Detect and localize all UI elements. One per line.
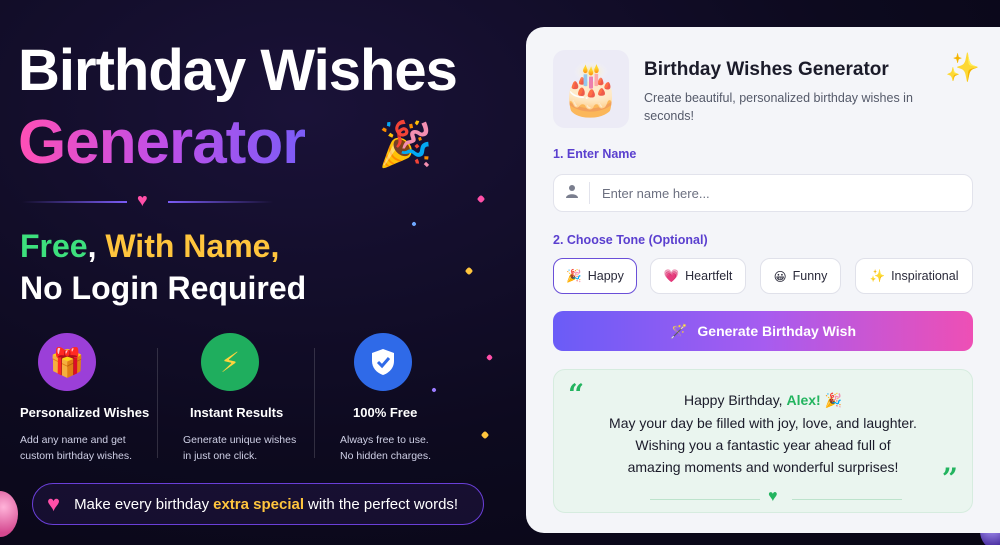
card-subtitle: Create beautiful, personalized birthday … — [644, 91, 913, 124]
feature-free: 100% Free Always free to use. No hidden … — [340, 333, 490, 465]
wish-name: Alex! — [786, 392, 821, 408]
tagline-line2: No Login Required — [20, 270, 307, 306]
divider-line — [792, 499, 902, 500]
name-input[interactable] — [590, 185, 950, 201]
feature-instant: ⚡ Instant Results Generate unique wishes… — [183, 333, 333, 465]
wish-line3: Wishing you a fantastic year ahead full … — [635, 437, 891, 453]
tone-label: Heartfelt — [685, 269, 733, 283]
divider-line — [650, 499, 760, 500]
heart-icon: ♥ — [47, 491, 61, 516]
feature-personalized: 🎁 Personalized Wishes Add any name and g… — [20, 333, 170, 465]
step2-label: 2. Choose Tone (Optional) — [553, 233, 708, 247]
smile-icon: 😀 — [773, 269, 787, 284]
hero-title-line1: Birthday Wishes — [18, 38, 458, 103]
tone-label: Inspirational — [891, 269, 959, 283]
hero-title-line2: Generator — [18, 108, 306, 177]
balloon-icon — [0, 491, 18, 537]
card-title: Birthday Wishes Generator — [644, 59, 889, 80]
feature-divider — [157, 348, 158, 458]
step1-label: 1. Enter Name — [553, 147, 637, 161]
wish-line1: Happy Birthday, Alex! 🎉 — [554, 392, 972, 409]
feature-title: Instant Results — [190, 405, 284, 420]
tagline-free: Free — [20, 228, 88, 264]
cake-icon: 🎂 — [553, 50, 629, 128]
banner-text-after: with the perfect words! — [308, 495, 459, 513]
sparkle-dot — [464, 266, 474, 276]
sparkle-dot — [411, 221, 417, 227]
wish-result: “ Happy Birthday, Alex! 🎉 May your day b… — [553, 369, 973, 513]
divider-line — [168, 201, 273, 203]
generate-button-label: Generate Birthday Wish — [697, 323, 857, 339]
tone-inspirational[interactable]: ✨ Inspirational — [855, 258, 973, 294]
divider-line — [22, 201, 127, 203]
feature-divider — [314, 348, 315, 458]
wish-line4: amazing moments and wonderful surprises! — [627, 459, 899, 475]
feature-desc-line2: No hidden charges. — [340, 450, 432, 463]
party-popper-icon: 🎉 — [566, 268, 582, 283]
heart-icon: 💗 — [663, 268, 680, 283]
magic-wand-icon: 🪄 — [669, 322, 688, 339]
feature-desc-line2: custom birthday wishes. — [20, 450, 133, 463]
tagline-with-name: With Name, — [105, 228, 280, 264]
tone-label: Funny — [792, 269, 828, 283]
tone-label: Happy — [587, 269, 624, 283]
feature-title: Personalized Wishes — [20, 405, 150, 420]
tone-funny[interactable]: 😀 Funny — [760, 258, 841, 294]
party-popper-icon: 🎉 — [824, 392, 843, 408]
banner-text-before: Make every birthday — [74, 495, 210, 513]
heart-icon: ♥ — [768, 488, 778, 505]
banner-highlight: extra special — [213, 495, 305, 513]
tagline-separator: , — [87, 228, 106, 264]
sparkle-dot — [476, 194, 486, 204]
feature-desc-line2: in just one click. — [183, 450, 258, 463]
name-field — [553, 174, 973, 212]
feature-desc-line1: Generate unique wishes — [183, 434, 297, 446]
heart-icon: ♥ — [137, 190, 148, 210]
gift-icon: 🎁 — [38, 333, 96, 391]
party-popper-icon: 🎉 — [378, 120, 433, 169]
wish-line2: May your day be filled with joy, love, a… — [609, 415, 917, 431]
shield-check-icon — [354, 333, 412, 391]
feature-desc-line1: Always free to use. — [340, 434, 429, 446]
sparkle-icon: ✨ — [945, 52, 980, 83]
promo-banner: ♥ Make every birthday extra special with… — [32, 483, 484, 525]
quote-close-icon: ” — [941, 462, 958, 495]
wish-greeting: Happy Birthday, — [683, 392, 783, 408]
sparkle-icon: ✨ — [869, 268, 886, 283]
feature-title: 100% Free — [353, 405, 418, 420]
tone-heartfelt[interactable]: 💗 Heartfelt — [650, 258, 746, 294]
generator-card: 🎂 Birthday Wishes Generator Create beaut… — [526, 27, 1000, 533]
lightning-icon: ⚡ — [201, 333, 259, 391]
tone-happy[interactable]: 🎉 Happy — [553, 258, 637, 294]
tagline-line1: Free, With Name, — [20, 228, 279, 265]
user-icon — [554, 182, 590, 204]
generate-button[interactable]: 🪄 Generate Birthday Wish — [553, 311, 973, 351]
feature-desc-line1: Add any name and get — [20, 434, 126, 446]
